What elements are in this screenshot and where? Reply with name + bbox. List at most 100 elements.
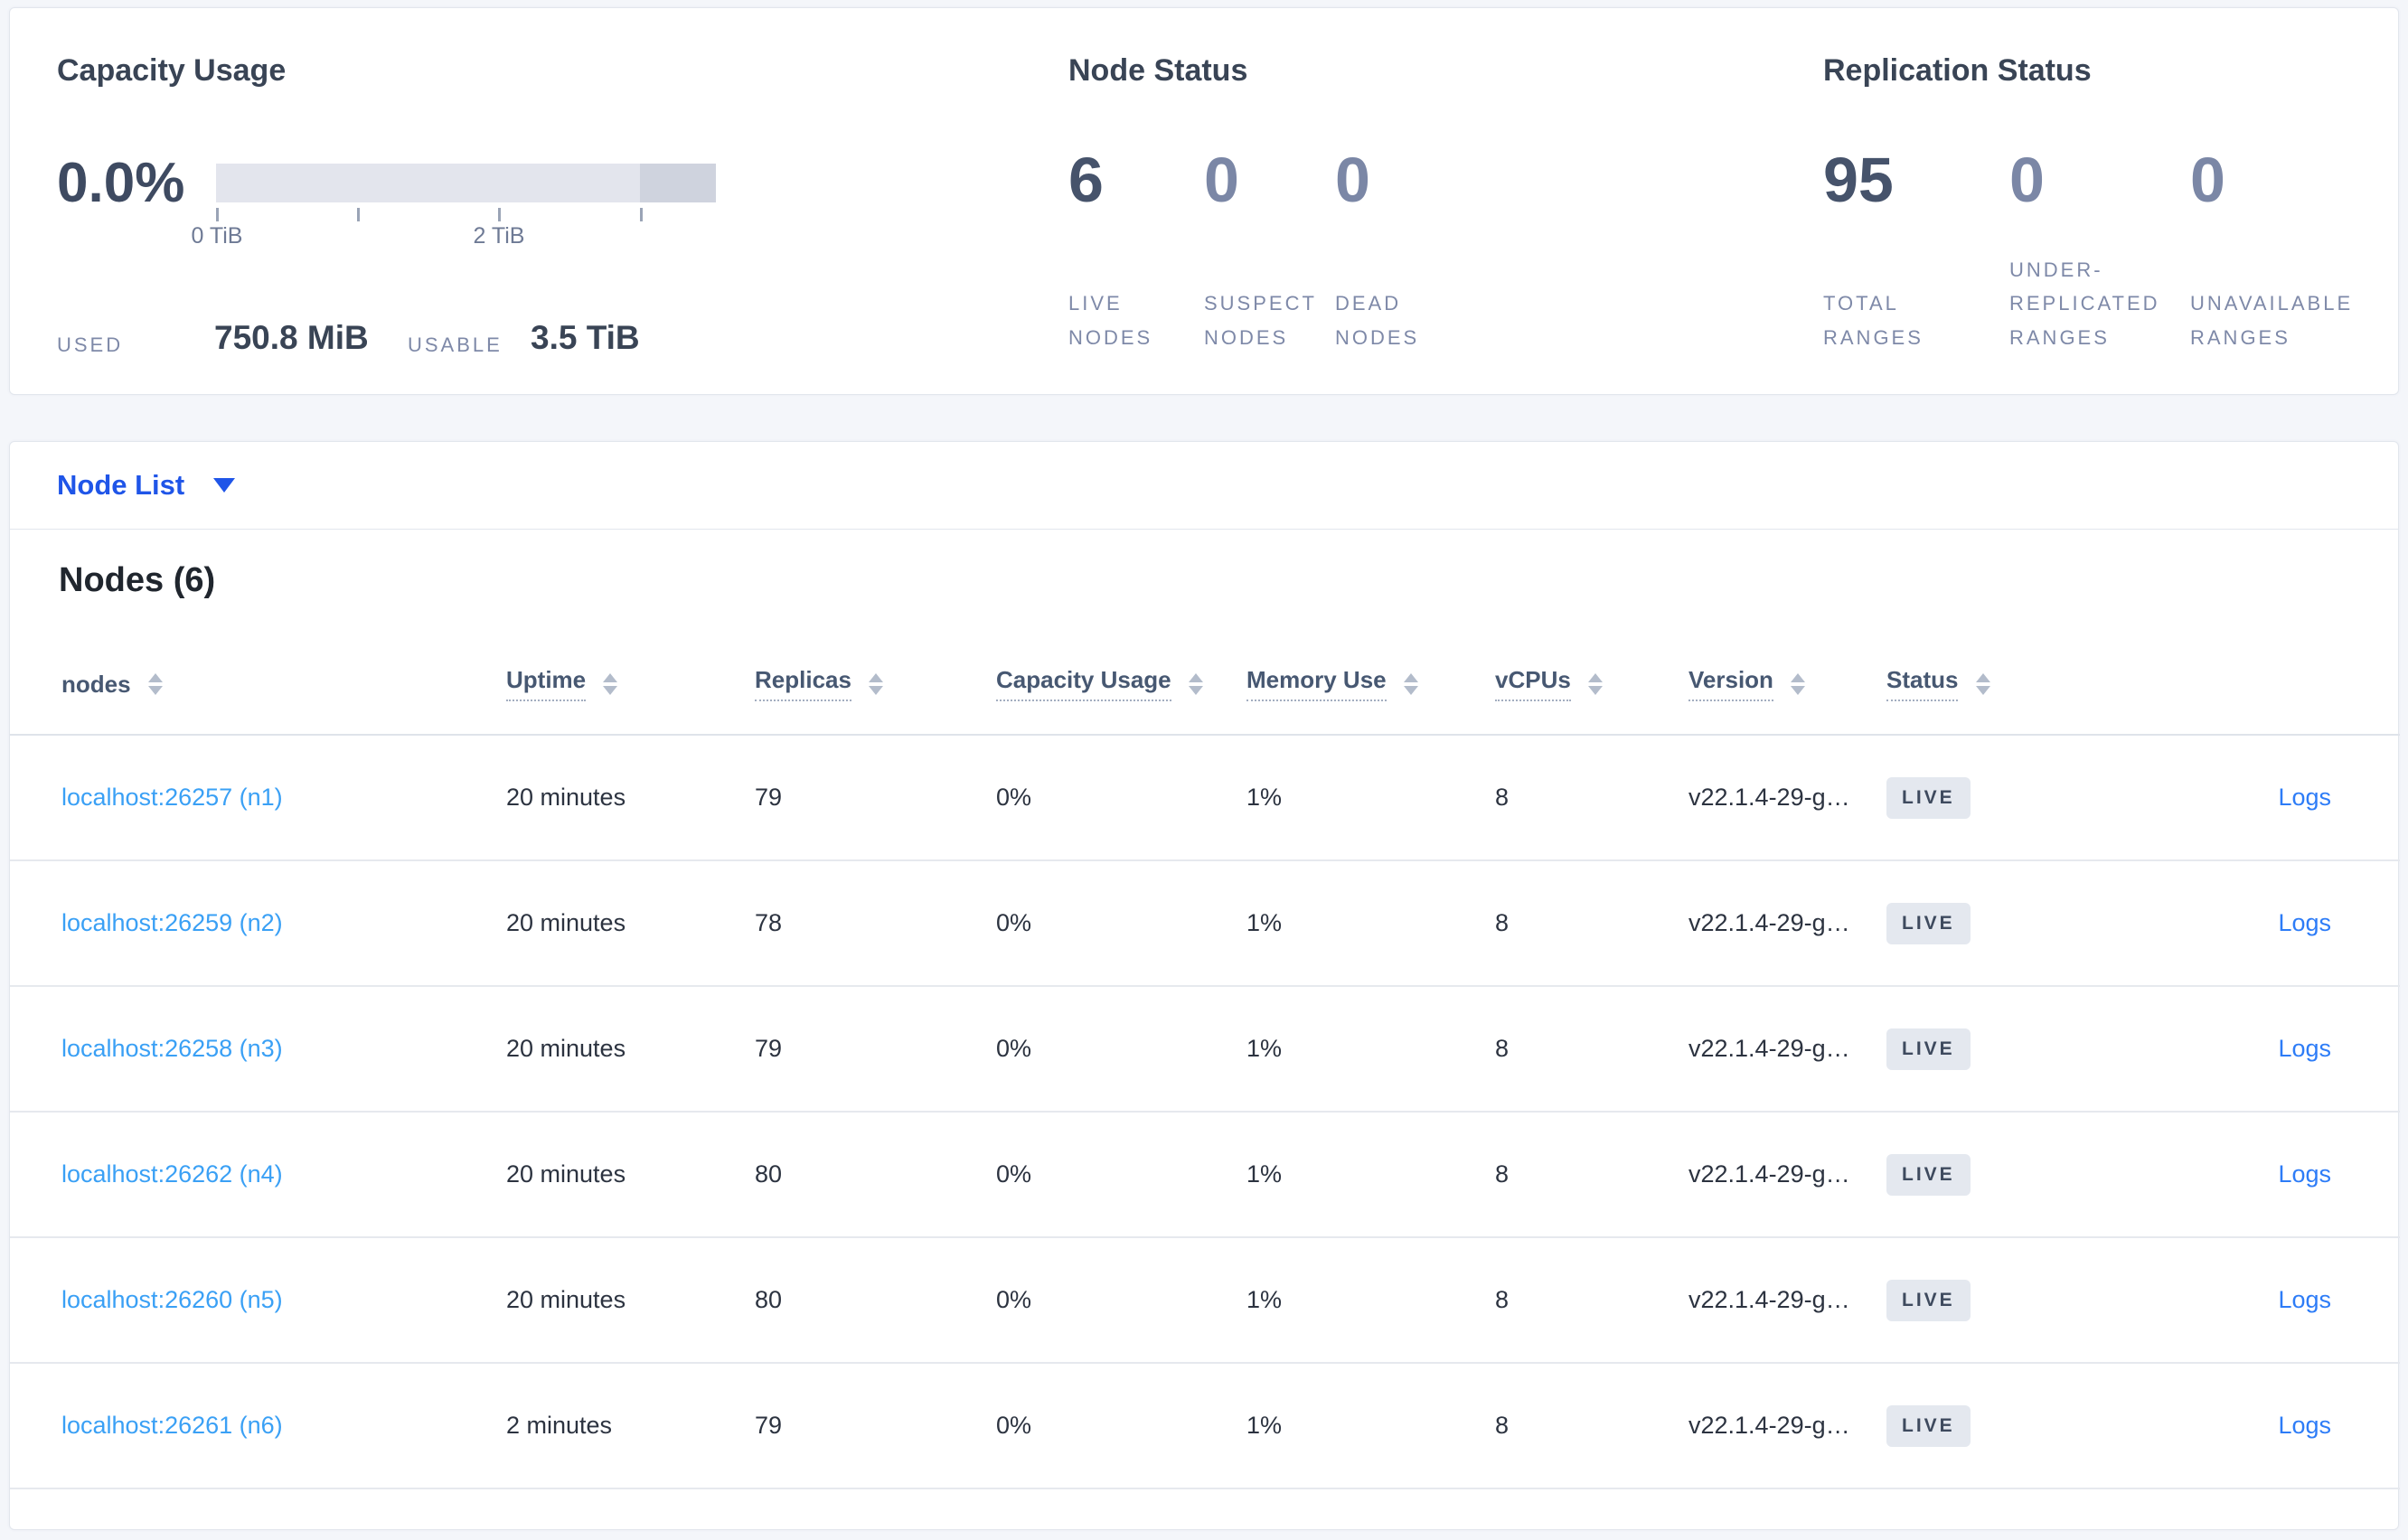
stat-value-under-replicated-ranges: 0 (2009, 145, 2045, 215)
sort-icon (869, 672, 884, 695)
memory-cell: 1% (1246, 1112, 1495, 1238)
column-header-vcpus[interactable]: vCPUs (1495, 634, 1688, 736)
replicas-cell: 78 (755, 860, 996, 987)
capacity-cell: 0% (996, 860, 1246, 987)
capacity-usage-title: Capacity Usage (57, 53, 287, 88)
used-label: USED (57, 333, 124, 356)
uptime-cell: 20 minutes (506, 1112, 755, 1238)
stat-label-total-ranges: TOTAL RANGES (1823, 292, 1924, 349)
logs-link[interactable]: Logs (2278, 909, 2331, 936)
node-link[interactable]: localhost:26261 (n6) (61, 1412, 283, 1439)
axis-tick (216, 208, 219, 221)
memory-cell: 1% (1246, 986, 1495, 1113)
column-header-memory-use[interactable]: Memory Use (1246, 634, 1495, 736)
used-value: 750.8 MiB (214, 319, 369, 356)
sort-icon (147, 673, 163, 696)
status-badge: LIVE (1886, 902, 1971, 944)
node-link[interactable]: localhost:26257 (n1) (61, 784, 283, 811)
replicas-cell: 80 (755, 1237, 996, 1364)
capacity-cell: 0% (996, 986, 1246, 1113)
node-link[interactable]: localhost:26260 (n5) (61, 1286, 283, 1313)
uptime-cell: 20 minutes (506, 860, 755, 987)
axis-tick (356, 208, 360, 221)
node-list-dropdown-label: Node List (57, 469, 185, 501)
vcpus-cell: 8 (1495, 1112, 1688, 1238)
nodes-table: nodes Uptime Replicas Capacity Usage Mem… (10, 634, 2400, 1489)
capacity-percent: 0.0% (57, 152, 185, 214)
column-header-capacity-usage[interactable]: Capacity Usage (996, 634, 1246, 736)
vcpus-cell: 8 (1495, 1237, 1688, 1364)
cluster-summary-panel: Capacity Usage 0.0% 0 TiB 2 TiB USED 750… (9, 7, 2399, 395)
uptime-cell: 20 minutes (506, 735, 755, 861)
capacity-cell: 0% (996, 1363, 1246, 1489)
node-list-panel: Node List Nodes (6) nodes Uptime Replica… (9, 441, 2400, 1530)
status-badge: LIVE (1886, 1279, 1971, 1321)
vcpus-cell: 8 (1495, 860, 1688, 987)
axis-tick-label: 0 TiB (191, 223, 243, 249)
logs-link[interactable]: Logs (2278, 1286, 2331, 1313)
replicas-cell: 79 (755, 735, 996, 861)
status-badge: LIVE (1886, 1153, 1971, 1196)
usable-label: USABLE (408, 333, 503, 356)
nodes-heading: Nodes (6) (59, 561, 216, 599)
vcpus-cell: 8 (1495, 1363, 1688, 1489)
node-link[interactable]: localhost:26258 (n3) (61, 1035, 283, 1062)
sort-icon (1975, 672, 1990, 695)
stat-label-live-nodes: LIVE NODES (1068, 292, 1153, 349)
uptime-cell: 20 minutes (506, 986, 755, 1113)
stat-value-suspect-nodes: 0 (1204, 145, 1239, 215)
logs-link[interactable]: Logs (2278, 1412, 2331, 1439)
uptime-cell: 2 minutes (506, 1363, 755, 1489)
sort-icon (1791, 672, 1806, 695)
axis-tick (497, 208, 501, 221)
axis-tick (639, 208, 643, 221)
axis-tick-label: 2 TiB (473, 223, 525, 249)
status-badge: LIVE (1886, 776, 1971, 819)
logs-link[interactable]: Logs (2278, 784, 2331, 811)
stat-value-total-ranges: 95 (1823, 145, 1894, 215)
column-header-status[interactable]: Status (1886, 634, 2082, 736)
caret-down-icon (213, 478, 236, 493)
logs-link[interactable]: Logs (2278, 1035, 2331, 1062)
node-link[interactable]: localhost:26262 (n4) (61, 1160, 283, 1188)
version-cell: v22.1.4-29-g… (1688, 1112, 1886, 1238)
stat-value-dead-nodes: 0 (1335, 145, 1370, 215)
table-row: localhost:26262 (n4) 20 minutes 80 0% 1%… (10, 1112, 2400, 1238)
version-cell: v22.1.4-29-g… (1688, 860, 1886, 987)
column-header-logs-spacer (2082, 634, 2400, 736)
column-header-version[interactable]: Version (1688, 634, 1886, 736)
version-cell: v22.1.4-29-g… (1688, 735, 1886, 861)
memory-cell: 1% (1246, 1237, 1495, 1364)
logs-link[interactable]: Logs (2278, 1160, 2331, 1188)
memory-cell: 1% (1246, 1363, 1495, 1489)
capacity-cell: 0% (996, 1237, 1246, 1364)
table-row: localhost:26257 (n1) 20 minutes 79 0% 1%… (10, 735, 2400, 861)
capacity-bar-segment (639, 164, 716, 202)
table-row: localhost:26261 (n6) 2 minutes 79 0% 1% … (10, 1363, 2400, 1489)
replicas-cell: 79 (755, 986, 996, 1113)
column-header-uptime[interactable]: Uptime (506, 634, 755, 736)
capacity-bar (216, 164, 716, 202)
stat-value-unavailable-ranges: 0 (2190, 145, 2225, 215)
capacity-axis (216, 208, 716, 222)
node-link[interactable]: localhost:26259 (n2) (61, 909, 283, 936)
sort-icon (1188, 672, 1203, 695)
memory-cell: 1% (1246, 860, 1495, 987)
capacity-cell: 0% (996, 735, 1246, 861)
node-status-title: Node Status (1068, 53, 1248, 88)
sort-icon (603, 672, 618, 695)
uptime-cell: 20 minutes (506, 1237, 755, 1364)
stat-value-live-nodes: 6 (1068, 145, 1104, 215)
table-row: localhost:26260 (n5) 20 minutes 80 0% 1%… (10, 1237, 2400, 1364)
column-header-nodes[interactable]: nodes (10, 634, 506, 736)
node-list-dropdown[interactable]: Node List (10, 442, 2398, 530)
sort-icon (1403, 672, 1418, 695)
status-badge: LIVE (1886, 1404, 1971, 1447)
stat-label-dead-nodes: DEAD NODES (1335, 292, 1420, 349)
replicas-cell: 80 (755, 1112, 996, 1238)
version-cell: v22.1.4-29-g… (1688, 1237, 1886, 1364)
column-header-replicas[interactable]: Replicas (755, 634, 996, 736)
vcpus-cell: 8 (1495, 986, 1688, 1113)
version-cell: v22.1.4-29-g… (1688, 986, 1886, 1113)
table-row: localhost:26258 (n3) 20 minutes 79 0% 1%… (10, 986, 2400, 1113)
